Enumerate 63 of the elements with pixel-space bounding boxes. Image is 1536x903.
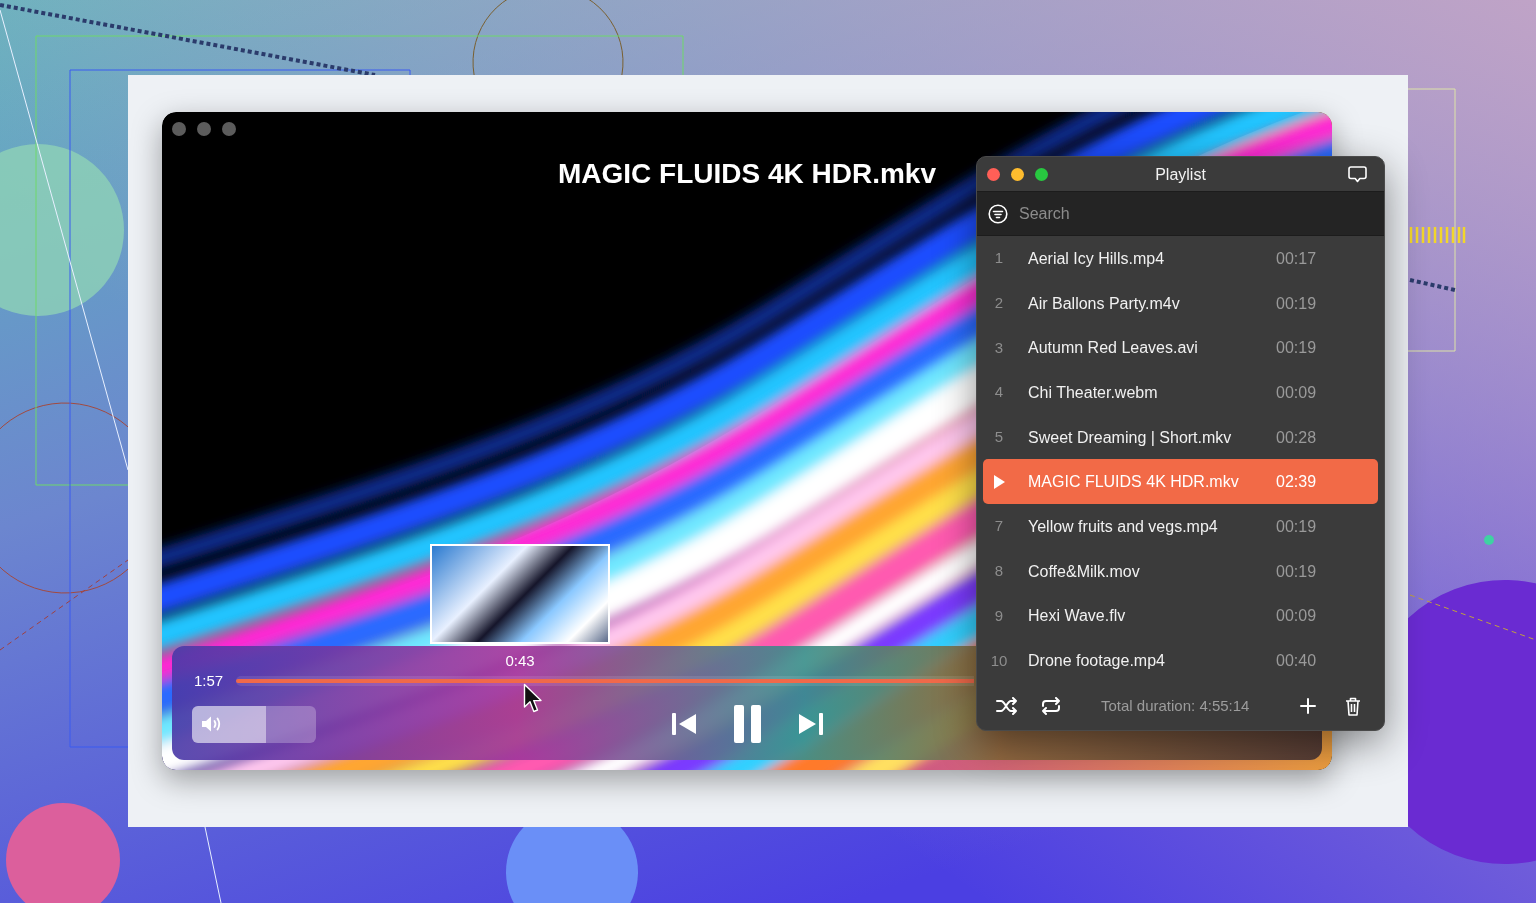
track-number: 7 xyxy=(994,517,1004,536)
playlist-title: Playlist xyxy=(1155,165,1206,184)
track-name: Chi Theater.webm xyxy=(1028,382,1158,402)
track-duration: 00:19 xyxy=(1276,338,1317,358)
repeat-icon[interactable] xyxy=(1040,697,1062,716)
track-duration: 00:09 xyxy=(1276,606,1317,626)
playlist-row[interactable]: 4 Chi Theater.webm 00:09 xyxy=(983,370,1378,415)
track-duration: 00:40 xyxy=(1276,651,1317,671)
mouse-pointer-icon xyxy=(523,683,543,715)
skip-back-icon[interactable] xyxy=(671,713,696,735)
minimize-button[interactable] xyxy=(1011,167,1024,181)
track-duration: 00:17 xyxy=(1276,248,1317,268)
track-name: Sweet Dreaming | Short.mkv xyxy=(1028,427,1232,447)
track-number: 5 xyxy=(994,428,1004,447)
trash-icon[interactable] xyxy=(1345,696,1361,716)
track-duration: 00:19 xyxy=(1276,561,1317,581)
track-number: 9 xyxy=(994,606,1004,625)
search-field[interactable]: Search xyxy=(977,191,1384,236)
track-number: 3 xyxy=(994,338,1004,357)
preview-time: 0:43 xyxy=(505,652,535,670)
elapsed-time: 1:57 xyxy=(194,672,224,690)
track-number: 8 xyxy=(994,562,1004,581)
search-input[interactable]: Search xyxy=(1019,200,1373,227)
playlist-row[interactable]: 5 Sweet Dreaming | Short.mkv 00:28 xyxy=(983,414,1378,460)
play-icon xyxy=(993,474,1005,489)
track-number: 2 xyxy=(994,294,1004,313)
track-name: Hexi Wave.flv xyxy=(1028,606,1126,626)
playlist-row[interactable]: 2 Air Ballons Party.m4v 00:19 xyxy=(983,280,1378,326)
track-duration: 00:09 xyxy=(1276,382,1317,402)
dotted-line xyxy=(1409,278,1456,292)
zoom-button[interactable] xyxy=(1035,167,1048,181)
track-name: Aerial Icy Hills.mp4 xyxy=(1028,248,1165,268)
playlist-row[interactable]: 7 Yellow fruits and vegs.mp4 00:19 xyxy=(983,504,1378,549)
filter-icon[interactable] xyxy=(988,203,1008,224)
plus-icon[interactable] xyxy=(1300,698,1316,715)
track-name: Yellow fruits and vegs.mp4 xyxy=(1028,516,1218,536)
total-duration: Total duration: 4:55:14 xyxy=(1101,697,1250,716)
decorative-dot xyxy=(1484,535,1494,545)
track-name: Coffe&Milk.mov xyxy=(1028,561,1140,581)
close-button[interactable] xyxy=(987,167,1000,181)
speech-bubble-icon[interactable] xyxy=(1348,165,1367,183)
track-name: Autumn Red Leaves.avi xyxy=(1028,338,1198,358)
stripe-pattern xyxy=(1409,227,1466,243)
track-duration: 00:19 xyxy=(1276,293,1317,313)
track-duration: 00:28 xyxy=(1276,427,1317,447)
track-name: MAGIC FLUIDS 4K HDR.mkv xyxy=(1028,472,1239,492)
shuffle-icon[interactable] xyxy=(996,697,1018,716)
skip-forward-icon[interactable] xyxy=(798,713,823,735)
track-number: 4 xyxy=(994,383,1004,402)
track-number: 1 xyxy=(994,249,1004,268)
pause-icon[interactable] xyxy=(733,705,761,743)
track-name: Drone footage.mp4 xyxy=(1028,651,1165,671)
video-title: MAGIC FLUIDS 4K HDR.mkv xyxy=(557,157,936,191)
track-duration: 02:39 xyxy=(1276,472,1317,492)
volume-slider[interactable] xyxy=(192,705,316,743)
track-duration: 00:19 xyxy=(1276,516,1317,536)
track-number: 10 xyxy=(990,651,1008,670)
playlist-row[interactable]: 3 Autumn Red Leaves.avi 00:19 xyxy=(983,325,1378,371)
playlist-row[interactable]: 9 Hexi Wave.flv 00:09 xyxy=(983,593,1378,639)
playlist-row[interactable]: 10 Drone footage.mp4 00:40 xyxy=(983,638,1378,683)
playlist-row[interactable]: 1 Aerial Icy Hills.mp4 00:17 xyxy=(983,236,1378,281)
playlist-row[interactable]: 8 Coffe&Milk.mov 00:19 xyxy=(983,548,1378,594)
track-name: Air Ballons Party.m4v xyxy=(1028,293,1180,313)
